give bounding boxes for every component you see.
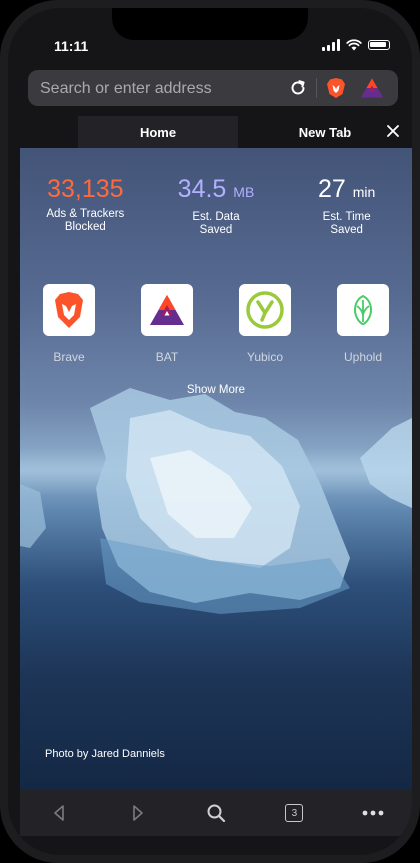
status-time: 11:11: [54, 38, 89, 54]
address-input[interactable]: [38, 75, 282, 103]
tab-new-tab-label: New Tab: [298, 124, 352, 140]
uphold-icon: [354, 294, 372, 326]
favorite-bat[interactable]: BAT: [127, 284, 207, 364]
stats-panel: 33,135 Ads & Trackers Blocked 34.5 MB Est…: [20, 174, 412, 237]
favorite-label: Yubico: [246, 350, 284, 364]
stat-ads-blocked: 33,135 Ads & Trackers Blocked: [27, 174, 143, 237]
yubico-icon: [246, 291, 284, 329]
stat-label: Est. Data Saved: [158, 211, 274, 237]
stat-label-line2: Saved: [199, 224, 233, 236]
favorite-tile[interactable]: [337, 284, 389, 336]
close-icon[interactable]: [386, 124, 400, 138]
favorite-tile[interactable]: [141, 284, 193, 336]
stat-unit: min: [352, 184, 376, 200]
favorite-tile[interactable]: [43, 284, 95, 336]
stat-label-line2: Saved: [330, 224, 363, 236]
more-menu-icon: [362, 810, 384, 816]
bat-triangle-icon: [150, 295, 184, 325]
forward-arrow-icon: [132, 805, 143, 821]
photo-credit: Photo by Jared Danniels: [45, 748, 165, 760]
stat-label-line1: Est. Time: [322, 211, 371, 223]
back-arrow-icon: [54, 805, 64, 821]
brave-lion-icon: [55, 292, 83, 328]
menu-button[interactable]: [334, 790, 412, 836]
forward-button[interactable]: [98, 790, 176, 836]
show-more-button[interactable]: Show More: [166, 384, 266, 396]
favorite-label: BAT: [155, 350, 179, 364]
stat-time-saved: 27 min Est. Time Saved: [289, 174, 405, 237]
stat-value: 33,135: [47, 175, 124, 203]
tab-strip: Home New Tab: [20, 116, 412, 148]
tab-strip-left-gap: [20, 116, 78, 148]
status-icons: [322, 39, 390, 51]
tab-home[interactable]: Home: [78, 116, 238, 148]
stat-data-saved: 34.5 MB Est. Data Saved: [158, 174, 274, 237]
background-ice-image: [20, 388, 412, 614]
favorite-label: Brave: [53, 350, 85, 364]
favorite-brave[interactable]: Brave: [29, 284, 109, 364]
reload-icon[interactable]: [288, 78, 308, 98]
favorite-tile[interactable]: [239, 284, 291, 336]
notch: [112, 8, 308, 40]
stat-label-line1: Ads & Trackers: [46, 208, 125, 220]
tab-count-badge: 3: [285, 804, 304, 822]
new-tab-page: 33,135 Ads & Trackers Blocked 34.5 MB Est…: [20, 148, 412, 790]
stat-label-line1: Est. Data: [192, 211, 240, 223]
stat-label-line2: Blocked: [64, 221, 106, 233]
brave-shields-icon[interactable]: [324, 76, 348, 100]
phone-frame: 11:11 Search or enter address Home New T…: [0, 0, 420, 863]
tab-home-label: Home: [139, 124, 177, 140]
stat-value: 34.5: [177, 175, 227, 203]
search-icon: [207, 804, 226, 823]
address-bar-divider: [316, 78, 317, 98]
tabs-button[interactable]: 3: [255, 790, 333, 836]
search-button[interactable]: [177, 790, 255, 836]
stat-unit: MB: [233, 184, 255, 200]
stat-label: Ads & Trackers Blocked: [27, 208, 143, 234]
screen: 11:11 Search or enter address Home New T…: [8, 8, 412, 855]
signal-icon: [322, 39, 340, 51]
address-bar[interactable]: [28, 70, 398, 106]
stat-label: Est. Time Saved: [289, 211, 405, 237]
bat-rewards-icon[interactable]: [360, 77, 384, 99]
wifi-icon: [346, 39, 362, 51]
favorite-label: Uphold: [343, 350, 383, 364]
back-button[interactable]: [20, 790, 98, 836]
favorite-yubico[interactable]: Yubico: [225, 284, 305, 364]
stat-value: 27: [317, 175, 346, 203]
favorite-uphold[interactable]: Uphold: [323, 284, 403, 364]
favorites-grid: Brave BAT Yubico Uphold: [20, 284, 412, 364]
battery-icon: [368, 40, 390, 50]
tab-new-tab[interactable]: New Tab: [238, 116, 412, 148]
bottom-toolbar: 3: [20, 790, 412, 836]
